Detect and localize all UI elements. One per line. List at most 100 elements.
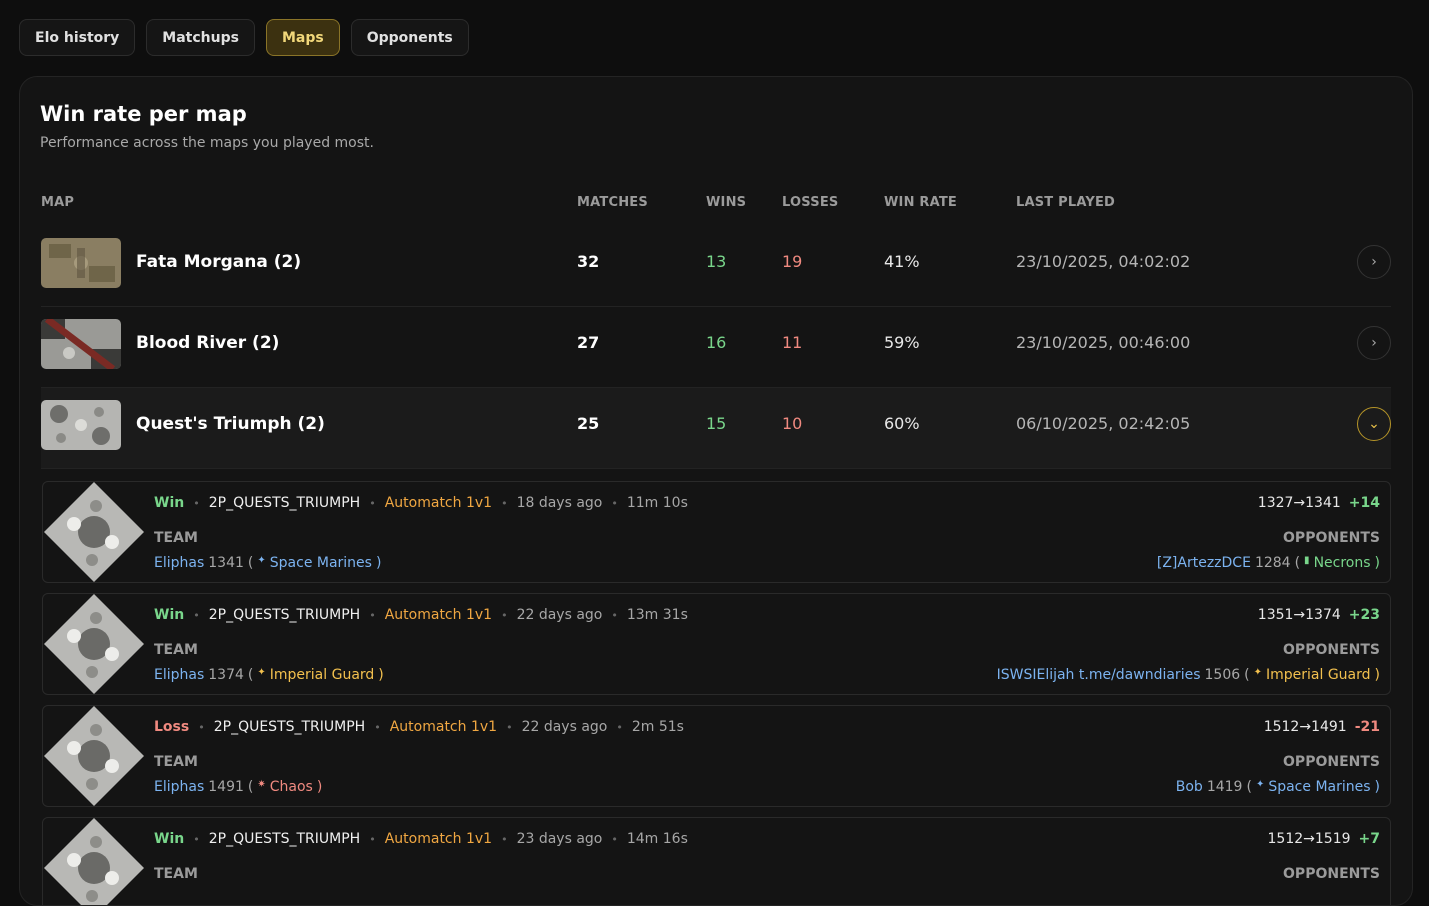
player-elo: 1506 (1204, 667, 1241, 683)
match-summary: Win • 2P_QUESTS_TRIUMPH • Automatch 1v1 … (154, 495, 688, 511)
col-header-map: MAP (41, 195, 75, 210)
player-elo: 1491 (208, 779, 244, 795)
map-row-quests-triumph[interactable]: Quest's Triumph (2) 25 15 10 60% 06/10/2… (41, 388, 1391, 469)
col-header-win-rate: WIN RATE (884, 195, 957, 210)
match-card[interactable]: Win • 2P_QUESTS_TRIUMPH • Automatch 1v1 … (42, 817, 1391, 905)
separator-dot: • (501, 832, 508, 846)
player-name-link[interactable]: [Z]ArtezzDCE (1157, 555, 1251, 571)
paren-open: ( (1246, 779, 1252, 795)
separator-dot: • (506, 720, 513, 734)
last-played: 23/10/2025, 04:02:02 (1016, 252, 1191, 271)
match-card[interactable]: Loss • 2P_QUESTS_TRIUMPH • Automatch 1v1… (42, 705, 1391, 807)
space-marines-icon: ✦ (257, 555, 266, 566)
faction-name: Space Marines (269, 555, 372, 571)
match-summary: Win • 2P_QUESTS_TRIUMPH • Automatch 1v1 … (154, 607, 688, 623)
matches-count: 25 (577, 414, 600, 433)
team-label: TEAM (154, 642, 198, 658)
paren-close: ) (316, 779, 323, 795)
team-label: TEAM (154, 530, 198, 546)
tab-maps[interactable]: Maps (265, 19, 340, 56)
paren-close: ) (1374, 667, 1380, 683)
opponents-label: OPPONENTS (1283, 754, 1380, 770)
match-mode: Automatch 1v1 (389, 719, 498, 735)
player-name-link[interactable]: ISWSIElijah t.me/dawndiaries (997, 667, 1201, 683)
chevron-down-icon[interactable]: ⌄ (1357, 407, 1391, 441)
match-duration: 13m 31s (626, 607, 688, 623)
team-label: TEAM (154, 866, 198, 882)
paren-close: ) (378, 667, 384, 683)
opponents-label: OPPONENTS (1283, 866, 1380, 882)
player-name-link[interactable]: Eliphas (154, 779, 204, 795)
player-elo: 1419 (1206, 779, 1243, 795)
map-row-blood-river[interactable]: Blood River (2) 27 16 11 59% 23/10/2025,… (41, 307, 1391, 388)
opponent-player: Bob 1419 ( ✦ Space Marines) (1176, 779, 1380, 795)
elo-range: 1512→1519 (1267, 831, 1351, 847)
elo-range: 1512→1491 (1263, 719, 1347, 735)
match-result: Win (154, 831, 185, 847)
map-diamond-thumbnail (44, 818, 144, 905)
win-rate: 59% (884, 333, 920, 352)
separator-dot: • (369, 608, 376, 622)
chevron-right-icon[interactable]: › (1357, 326, 1391, 360)
match-age: 23 days ago (516, 831, 603, 847)
match-summary: Win • 2P_QUESTS_TRIUMPH • Automatch 1v1 … (154, 831, 688, 847)
tab-matchups[interactable]: Matchups (146, 19, 255, 56)
losses-count: 11 (782, 333, 803, 352)
losses-count: 19 (782, 252, 803, 271)
opponent-player: ISWSIElijah t.me/dawndiaries 1506 ( ✦ Im… (997, 667, 1380, 683)
map-thumbnail (41, 400, 121, 450)
elo-change: 1327→1341 +14 (1258, 495, 1380, 511)
player-name-link[interactable]: Bob (1176, 779, 1203, 795)
player-elo: 1341 (208, 555, 244, 571)
map-row-fata-morgana[interactable]: Fata Morgana (2) 32 13 19 41% 23/10/2025… (41, 226, 1391, 307)
imperial-guard-icon: ✦ (257, 667, 266, 678)
chevron-right-icon[interactable]: › (1357, 245, 1391, 279)
col-header-matches: MATCHES (577, 195, 648, 210)
elo-change: 1512→1519 +7 (1268, 831, 1380, 847)
match-result: Loss (154, 719, 190, 735)
faction-name: Space Marines (1268, 779, 1371, 795)
separator-dot: • (611, 608, 618, 622)
imperial-guard-icon: ✦ (1253, 667, 1262, 678)
player-name-link[interactable]: Eliphas (154, 667, 204, 683)
tab-opponents[interactable]: Opponents (350, 19, 469, 56)
paren-close: ) (375, 555, 382, 571)
matches-count: 32 (577, 252, 600, 271)
match-result: Win (154, 607, 185, 623)
team-player: Eliphas 1341 ( ✦ Space Marines) (154, 555, 381, 571)
team-player: Eliphas 1491 ( ✷ Chaos) (154, 779, 322, 795)
elo-change: 1512→1491 -21 (1264, 719, 1380, 735)
elo-delta: +7 (1358, 831, 1380, 847)
paren-open: ( (1244, 667, 1250, 683)
last-played: 23/10/2025, 00:46:00 (1016, 333, 1191, 352)
col-header-wins: WINS (706, 195, 747, 210)
match-age: 18 days ago (516, 495, 603, 511)
match-card[interactable]: Win • 2P_QUESTS_TRIUMPH • Automatch 1v1 … (42, 593, 1391, 695)
opponents-label: OPPONENTS (1283, 530, 1380, 546)
separator-dot: • (374, 720, 381, 734)
paren-open: ( (247, 779, 254, 795)
map-name: Fata Morgana (2) (136, 252, 302, 272)
match-duration: 14m 16s (626, 831, 688, 847)
match-summary: Loss • 2P_QUESTS_TRIUMPH • Automatch 1v1… (154, 719, 684, 735)
separator-dot: • (198, 720, 205, 734)
faction-name: Imperial Guard (269, 667, 375, 683)
match-mode: Automatch 1v1 (384, 495, 493, 511)
separator-dot: • (611, 832, 618, 846)
map-code: 2P_QUESTS_TRIUMPH (208, 495, 361, 511)
map-code: 2P_QUESTS_TRIUMPH (213, 719, 366, 735)
card-subtitle: Performance across the maps you played m… (40, 135, 374, 151)
separator-dot: • (369, 832, 376, 846)
elo-range: 1327→1341 (1257, 495, 1341, 511)
necrons-icon: ▮ (1304, 555, 1310, 566)
match-card[interactable]: Win • 2P_QUESTS_TRIUMPH • Automatch 1v1 … (42, 481, 1391, 583)
player-elo: 1284 (1254, 555, 1291, 571)
map-diamond-thumbnail (44, 594, 144, 694)
paren-close: ) (1374, 555, 1380, 571)
elo-delta: +23 (1348, 607, 1380, 623)
maps-card: Win rate per map Performance across the … (19, 76, 1413, 906)
player-name-link[interactable]: Eliphas (154, 555, 204, 571)
tab-elo-history[interactable]: Elo history (19, 19, 136, 56)
win-rate: 41% (884, 252, 920, 271)
map-diamond-thumbnail (44, 482, 144, 582)
